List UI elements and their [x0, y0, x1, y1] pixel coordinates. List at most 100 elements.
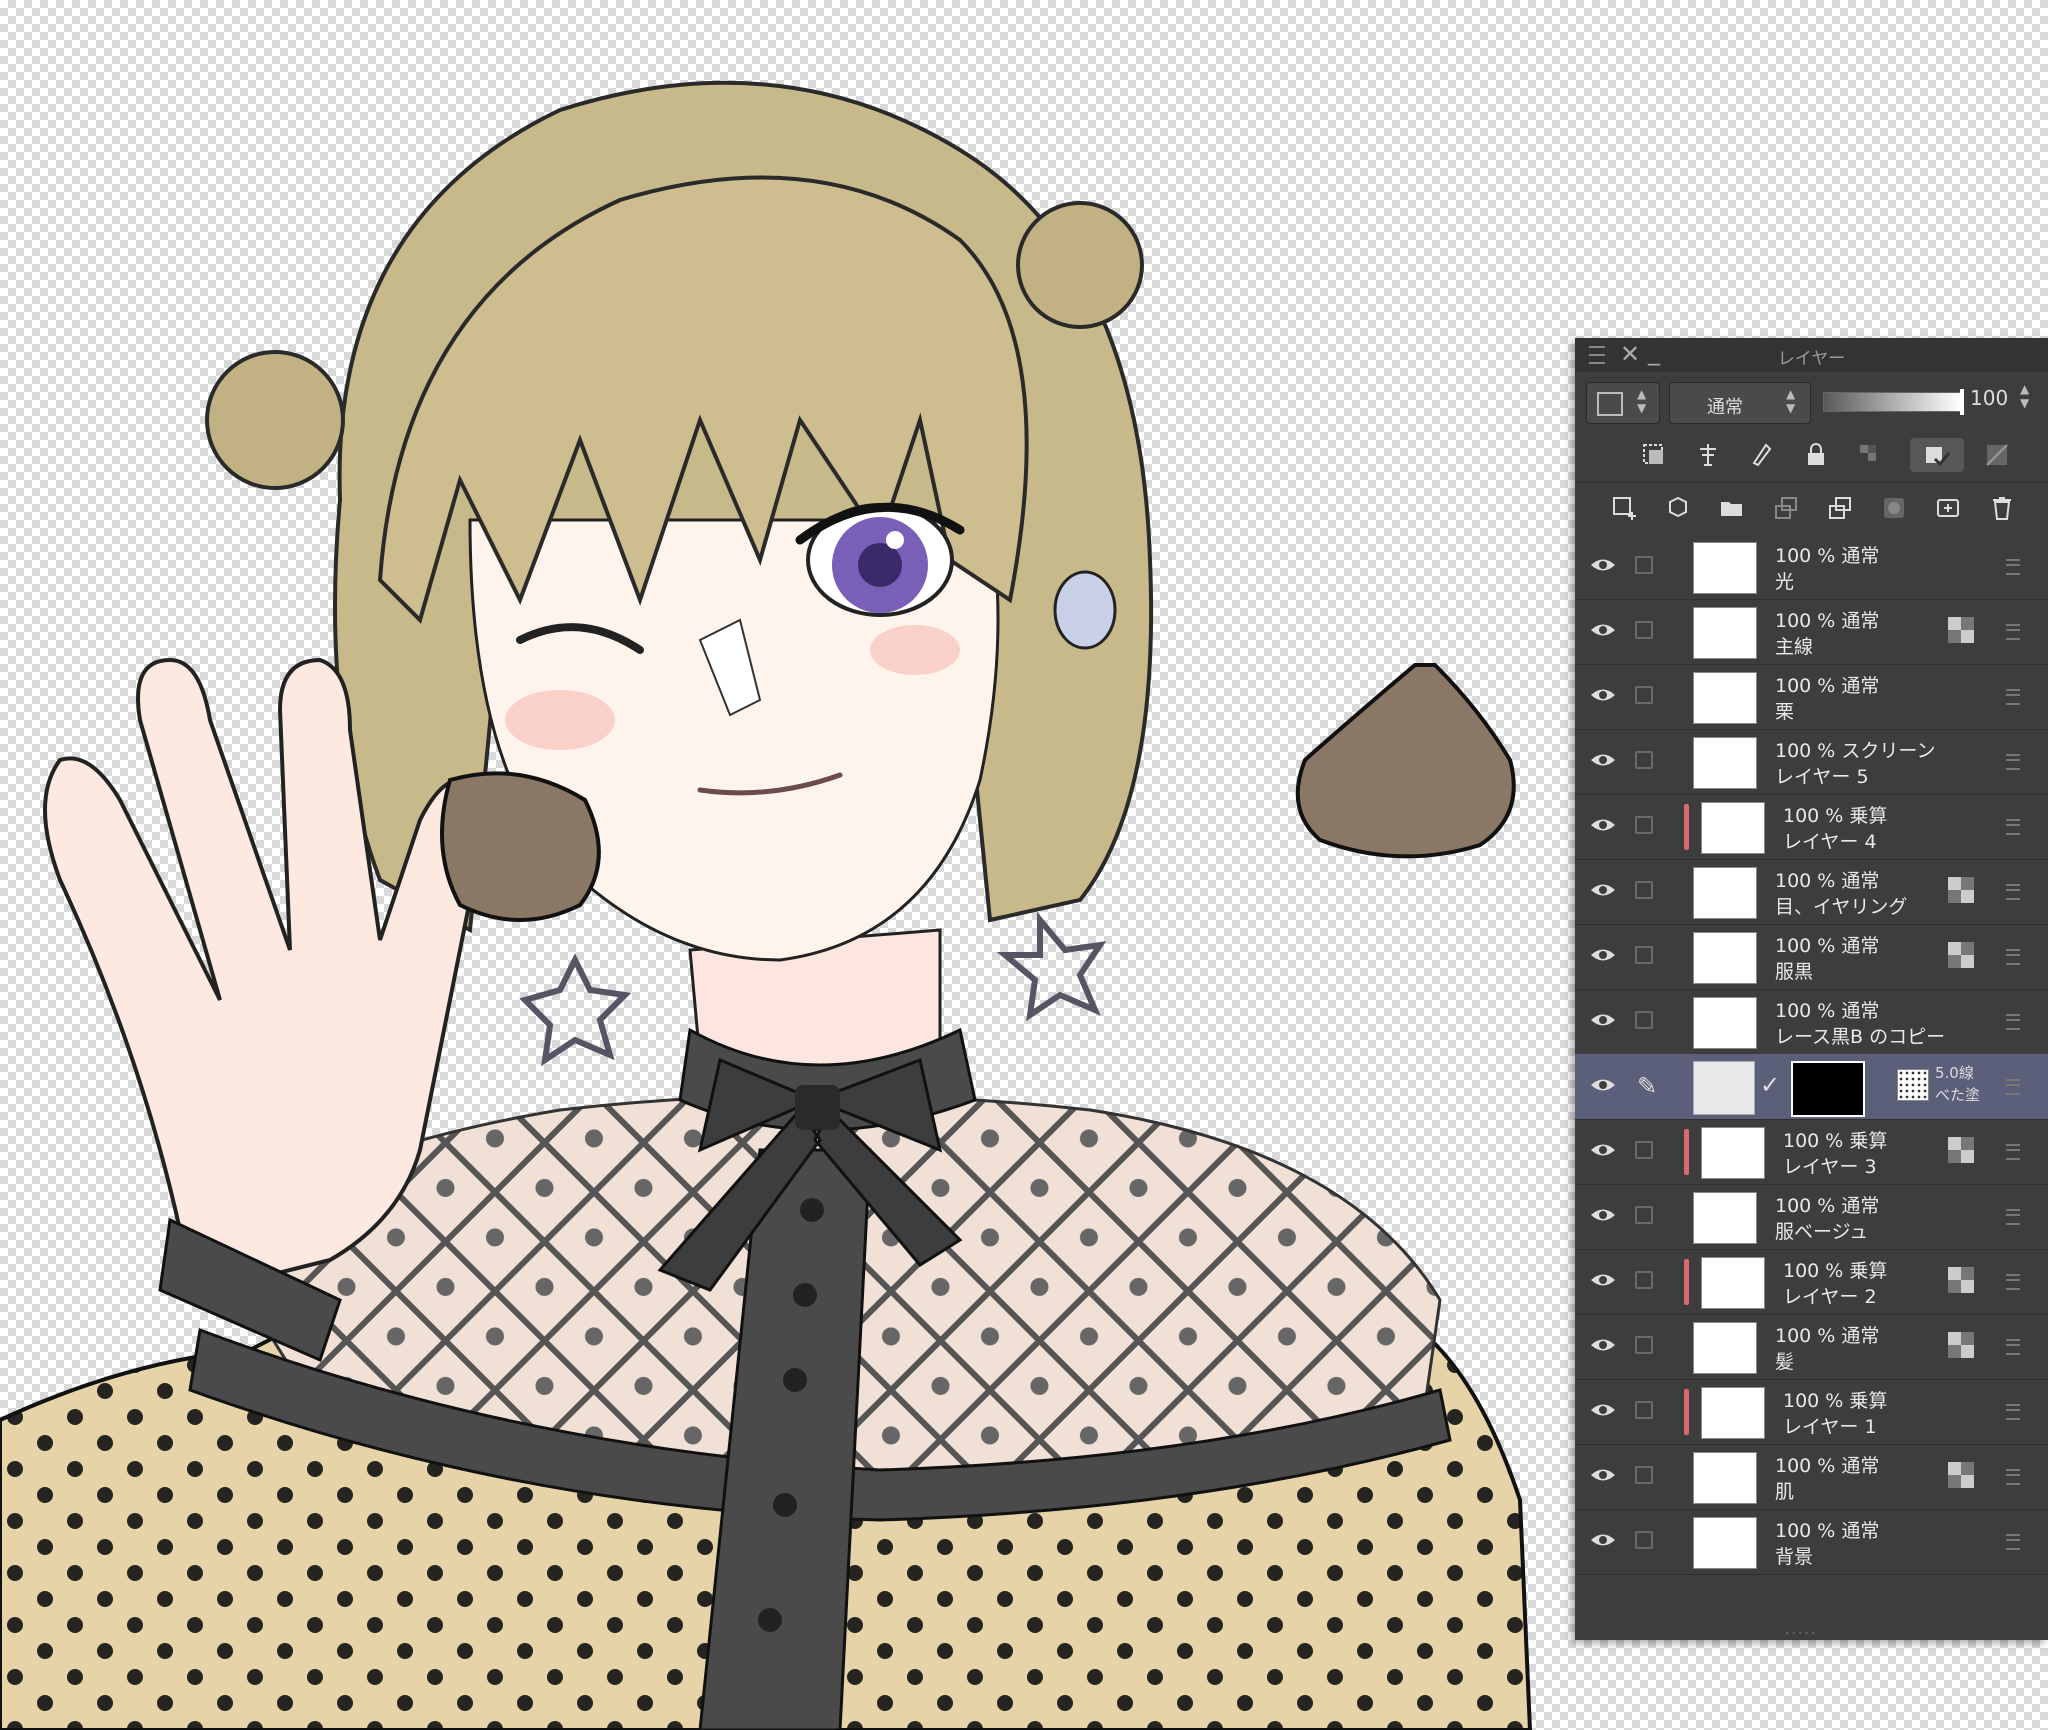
layer-name[interactable]: レイヤー 3 [1783, 1152, 1877, 1179]
drag-handle-icon[interactable] [2006, 1274, 2020, 1290]
layer-name[interactable]: レース黒B のコピー [1775, 1022, 1945, 1049]
layer-select-checkbox[interactable] [1635, 946, 1653, 964]
layer-row[interactable]: 100 % 通常 服ベージュ [1575, 1184, 2048, 1250]
layer-select-checkbox[interactable] [1635, 1141, 1653, 1159]
layer-row[interactable]: 100 % 通常光 [1575, 534, 2048, 600]
layer-select-checkbox[interactable] [1635, 751, 1653, 769]
layer-row[interactable]: 100 % 通常肌 [1575, 1444, 2048, 1510]
drag-handle-icon[interactable] [2006, 819, 2020, 835]
visibility-eye-icon[interactable] [1589, 1334, 1617, 1356]
drag-handle-icon[interactable] [2006, 689, 2020, 705]
layer-select-checkbox[interactable] [1635, 1271, 1653, 1289]
visibility-eye-icon[interactable] [1589, 1009, 1617, 1031]
drag-handle-icon[interactable] [2006, 1404, 2020, 1420]
layer-select-checkbox[interactable] [1635, 556, 1653, 574]
layer-name[interactable]: 栗 [1775, 697, 1794, 724]
visibility-eye-icon[interactable] [1589, 1139, 1617, 1161]
create-mask-icon[interactable] [1877, 491, 1911, 525]
layer-select-checkbox[interactable] [1635, 1401, 1653, 1419]
drag-handle-icon[interactable] [2006, 624, 2020, 640]
transfer-to-layer-below-icon[interactable] [1769, 491, 1803, 525]
layer-name[interactable]: 主線 [1775, 632, 1813, 659]
layer-select-checkbox[interactable] [1635, 686, 1653, 704]
layer-select-checkbox[interactable] [1635, 1336, 1653, 1354]
panel-resize-grip[interactable]: ..... [1785, 1622, 1817, 1638]
layer-row[interactable]: 100 % 通常 目、イヤリング [1575, 859, 2048, 925]
layer-row[interactable]: 100 % 乗算 レイヤー 1 [1575, 1379, 2048, 1445]
layer-select-checkbox[interactable] [1635, 1206, 1653, 1224]
visibility-eye-icon[interactable] [1589, 879, 1617, 901]
layer-row[interactable]: 100 % 乗算 レイヤー 2 [1575, 1249, 2048, 1315]
drag-handle-icon[interactable] [2006, 949, 2020, 965]
mask-toggle-icon[interactable] [1980, 438, 2014, 472]
layer-row[interactable]: 100 % 通常栗 [1575, 664, 2048, 730]
clip-to-layer-below-icon[interactable] [1910, 438, 1964, 472]
drag-handle-icon[interactable] [2006, 1469, 2020, 1485]
layer-select-checkbox[interactable] [1635, 881, 1653, 899]
visibility-eye-icon[interactable] [1589, 1269, 1617, 1291]
visibility-eye-icon[interactable] [1589, 1204, 1617, 1226]
drag-handle-icon[interactable] [2006, 1079, 2020, 1095]
drag-handle-icon[interactable] [2006, 559, 2020, 575]
reference-layer-icon[interactable] [1691, 438, 1725, 472]
visibility-eye-icon[interactable] [1589, 1399, 1617, 1421]
drag-handle-icon[interactable] [2006, 754, 2020, 770]
lock-icon[interactable] [1799, 438, 1833, 472]
layer-name[interactable]: 背景 [1775, 1542, 1813, 1569]
visibility-eye-icon[interactable] [1589, 1464, 1617, 1486]
layer-name[interactable]: 服黒 [1775, 957, 1813, 984]
layer-mask-thumbnail[interactable] [1791, 1061, 1865, 1117]
layer-select-checkbox[interactable] [1635, 1466, 1653, 1484]
visibility-eye-icon[interactable] [1589, 814, 1617, 836]
opacity-value[interactable]: 100 [1970, 386, 2008, 410]
layer-name[interactable]: レイヤー 1 [1783, 1412, 1877, 1439]
draft-layer-icon[interactable] [1745, 438, 1779, 472]
layer-select-checkbox[interactable] [1635, 1531, 1653, 1549]
layer-name[interactable]: レイヤー 4 [1783, 827, 1877, 854]
layer-row[interactable]: ✎ ✓ 5.0線 べた塗 [1575, 1054, 2048, 1120]
panel-titlebar[interactable]: ✕ _ レイヤー [1575, 338, 2048, 372]
layer-row[interactable]: 100 % 通常 服黒 [1575, 924, 2048, 990]
layer-name[interactable]: 服ベージュ [1775, 1217, 1868, 1244]
layer-name[interactable]: 光 [1775, 567, 1794, 594]
visibility-eye-icon[interactable] [1589, 619, 1617, 641]
delete-layer-icon[interactable] [1985, 491, 2019, 525]
layer-name[interactable]: レイヤー 5 [1775, 762, 1869, 789]
new-vector-layer-icon[interactable] [1661, 491, 1695, 525]
layer-row[interactable]: 100 % 通常 主線 [1575, 599, 2048, 665]
layer-row[interactable]: 100 % 通常 レース黒B のコピー [1575, 989, 2048, 1055]
layer-name[interactable]: レイヤー 2 [1783, 1282, 1877, 1309]
layer-select-checkbox[interactable] [1635, 1011, 1653, 1029]
mask-link-icon[interactable]: ✓ [1760, 1071, 1780, 1099]
visibility-eye-icon[interactable] [1589, 554, 1617, 576]
layer-row[interactable]: 100 % スクリーン レイヤー 5 [1575, 729, 2048, 795]
visibility-eye-icon[interactable] [1589, 1529, 1617, 1551]
new-folder-icon[interactable] [1715, 491, 1749, 525]
layer-row[interactable]: 100 % 通常髪 [1575, 1314, 2048, 1380]
layer-row[interactable]: 100 % 通常 背景 [1575, 1509, 2048, 1575]
layer-name[interactable]: 髪 [1775, 1347, 1794, 1374]
blend-mode-select[interactable]: 通常 ▲ ▼ [1669, 382, 1811, 424]
new-raster-layer-icon[interactable] [1607, 491, 1641, 525]
drag-handle-icon[interactable] [2006, 1144, 2020, 1160]
opacity-slider-handle[interactable] [1960, 389, 1964, 415]
drag-handle-icon[interactable] [2006, 884, 2020, 900]
layer-name[interactable]: 肌 [1775, 1477, 1794, 1504]
layer-color-select[interactable]: ▲ ▼ [1586, 382, 1660, 424]
drag-handle-icon[interactable] [2006, 1014, 2020, 1030]
drag-handle-icon[interactable] [2006, 1209, 2020, 1225]
visibility-eye-icon[interactable] [1589, 944, 1617, 966]
lock-transparent-icon[interactable] [1853, 438, 1887, 472]
layer-name[interactable]: 目、イヤリング [1775, 892, 1907, 919]
layer-select-checkbox[interactable] [1635, 816, 1653, 834]
visibility-eye-icon[interactable] [1589, 684, 1617, 706]
opacity-slider[interactable] [1823, 389, 1964, 415]
drag-handle-icon[interactable] [2006, 1339, 2020, 1355]
visibility-eye-icon[interactable] [1589, 749, 1617, 771]
layer-mask-icon[interactable] [1637, 438, 1671, 472]
layer-select-checkbox[interactable] [1635, 621, 1653, 639]
opacity-stepper-icon[interactable]: ▲ ▼ [2020, 382, 2029, 410]
layer-row[interactable]: 100 % 乗算 レイヤー 3 [1575, 1119, 2048, 1185]
merge-down-icon[interactable] [1823, 491, 1857, 525]
drag-handle-icon[interactable] [2006, 1534, 2020, 1550]
